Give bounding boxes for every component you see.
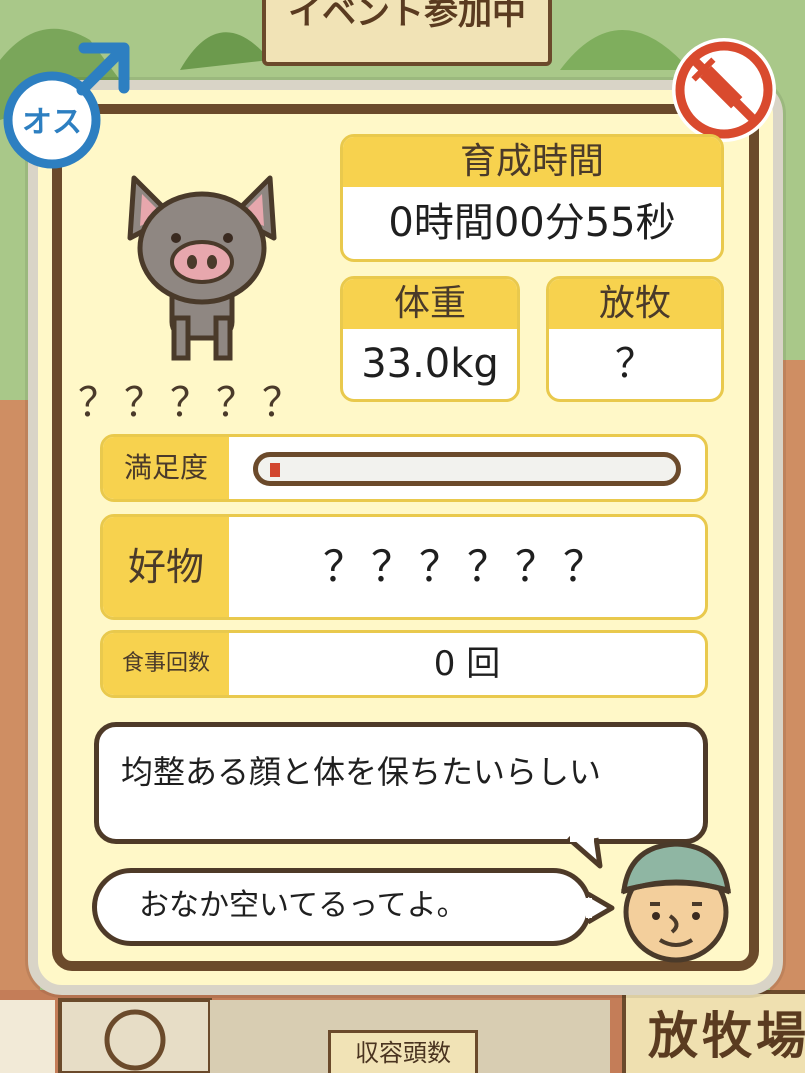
favorite-food-value: ？？？？？？ xyxy=(322,542,611,591)
grazing-box: 放牧 ？ xyxy=(546,276,724,402)
favorite-food-label: 好物 xyxy=(103,517,229,617)
no-syringe-icon[interactable] xyxy=(668,34,780,146)
weight-box: 体重 33.0kg xyxy=(340,276,520,402)
satisfaction-bar-fill xyxy=(270,463,280,477)
weight-value: 33.0kg xyxy=(361,341,499,387)
satisfaction-bar xyxy=(253,452,681,486)
pig-name: ？？？？？ xyxy=(78,380,308,426)
raising-time-value: 0時間00分55秒 xyxy=(388,200,676,246)
status-message-bubble: おなか空いてるってよ。 xyxy=(92,868,592,946)
event-banner[interactable]: イベント参加中 xyxy=(262,0,552,66)
meal-count-label: 食事回数 xyxy=(103,633,229,695)
trait-message-bubble: 均整ある顔と体を保ちたいらしい xyxy=(94,722,708,844)
favorite-food-row: 好物 ？？？？？？ xyxy=(100,514,708,620)
pasture-sign[interactable]: 放牧場 xyxy=(622,990,805,1073)
male-symbol-icon: オス xyxy=(3,42,130,169)
trait-message: 均整ある顔と体を保ちたいらしい xyxy=(121,753,602,791)
satisfaction-row: 満足度 xyxy=(100,434,708,502)
capacity-sign[interactable]: 収容頭数 xyxy=(328,1030,478,1073)
raising-time-box: 育成時間 0時間00分55秒 xyxy=(340,134,724,262)
grazing-label: 放牧 xyxy=(549,279,721,329)
raising-time-label: 育成時間 xyxy=(343,137,721,187)
meal-count-value: 0 回 xyxy=(433,644,501,684)
grazing-value: ？ xyxy=(615,341,655,387)
status-message: おなか空いてるってよ。 xyxy=(139,888,467,923)
farmer-avatar-icon[interactable] xyxy=(606,832,744,966)
gray-pig-icon[interactable] xyxy=(112,168,292,368)
meal-count-row: 食事回数 0 回 xyxy=(100,630,708,698)
satisfaction-label: 満足度 xyxy=(103,437,229,499)
gender-label: オス xyxy=(22,105,82,140)
weight-label: 体重 xyxy=(343,279,517,329)
